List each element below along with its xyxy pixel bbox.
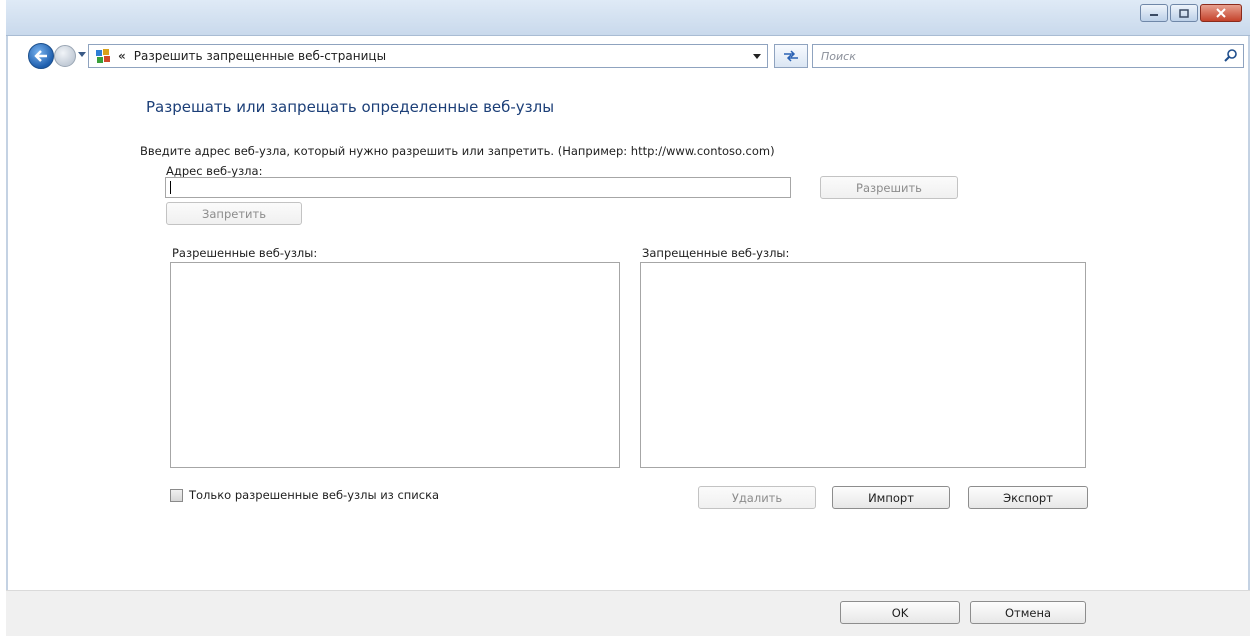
only-allowed-label[interactable]: Только разрешенные веб-узлы из списка [189,488,439,502]
import-button[interactable]: Импорт [832,486,950,509]
blocked-sites-list[interactable] [640,262,1086,468]
recent-pages-chevron-down-icon[interactable] [78,52,86,57]
window-frame-left [6,36,8,636]
minimize-button[interactable] [1140,4,1168,22]
close-icon [1216,8,1226,18]
website-address-input[interactable] [165,177,791,198]
text-caret [170,181,171,194]
instruction-text: Введите адрес веб-узла, который нужно ра… [140,144,775,158]
allowed-sites-label: Разрешенные веб-узлы: [172,246,318,260]
allow-button[interactable]: Разрешить [820,176,958,199]
breadcrumb-current-page[interactable]: Разрешить запрещенные веб-страницы [134,49,386,63]
search-input[interactable]: Поиск [812,44,1244,68]
minimize-icon [1150,14,1158,16]
window: « Разрешить запрещенные веб-страницы Пои… [6,0,1250,636]
title-bar [6,0,1250,36]
search-icon[interactable] [1223,48,1239,64]
back-arrow-icon [34,50,47,62]
page-title: Разрешать или запрещать определенные веб… [146,98,555,116]
control-panel-icon [94,47,112,65]
address-label: Адрес веб-узла: [166,164,263,178]
forward-button[interactable] [54,45,76,67]
maximize-button[interactable] [1170,4,1198,22]
address-dropdown-chevron-down-icon[interactable] [753,54,761,59]
address-bar[interactable]: « Разрешить запрещенные веб-страницы [88,44,768,68]
maximize-icon [1179,8,1189,18]
export-button[interactable]: Экспорт [968,486,1088,509]
breadcrumb-chevron[interactable]: « [118,49,126,63]
search-placeholder: Поиск [821,49,856,63]
blocked-sites-label: Запрещенные веб-узлы: [642,246,790,260]
delete-button[interactable]: Удалить [698,486,816,509]
dialog-footer: OK Отмена [6,590,1250,636]
refresh-button[interactable] [774,44,808,68]
ok-button[interactable]: OK [840,601,960,624]
back-button[interactable] [28,43,54,69]
block-button[interactable]: Запретить [166,202,302,225]
close-button[interactable] [1200,4,1242,22]
navigation-bar: « Разрешить запрещенные веб-страницы Пои… [6,40,1250,70]
content-area: Разрешать или запрещать определенные веб… [16,70,1250,590]
only-allowed-checkbox[interactable] [170,488,183,502]
caption-buttons [1140,4,1242,22]
allowed-sites-list[interactable] [170,262,620,468]
only-allowed-checkbox-row[interactable]: Только разрешенные веб-узлы из списка [170,488,439,502]
cancel-button[interactable]: Отмена [970,601,1086,624]
refresh-icon [784,50,798,62]
